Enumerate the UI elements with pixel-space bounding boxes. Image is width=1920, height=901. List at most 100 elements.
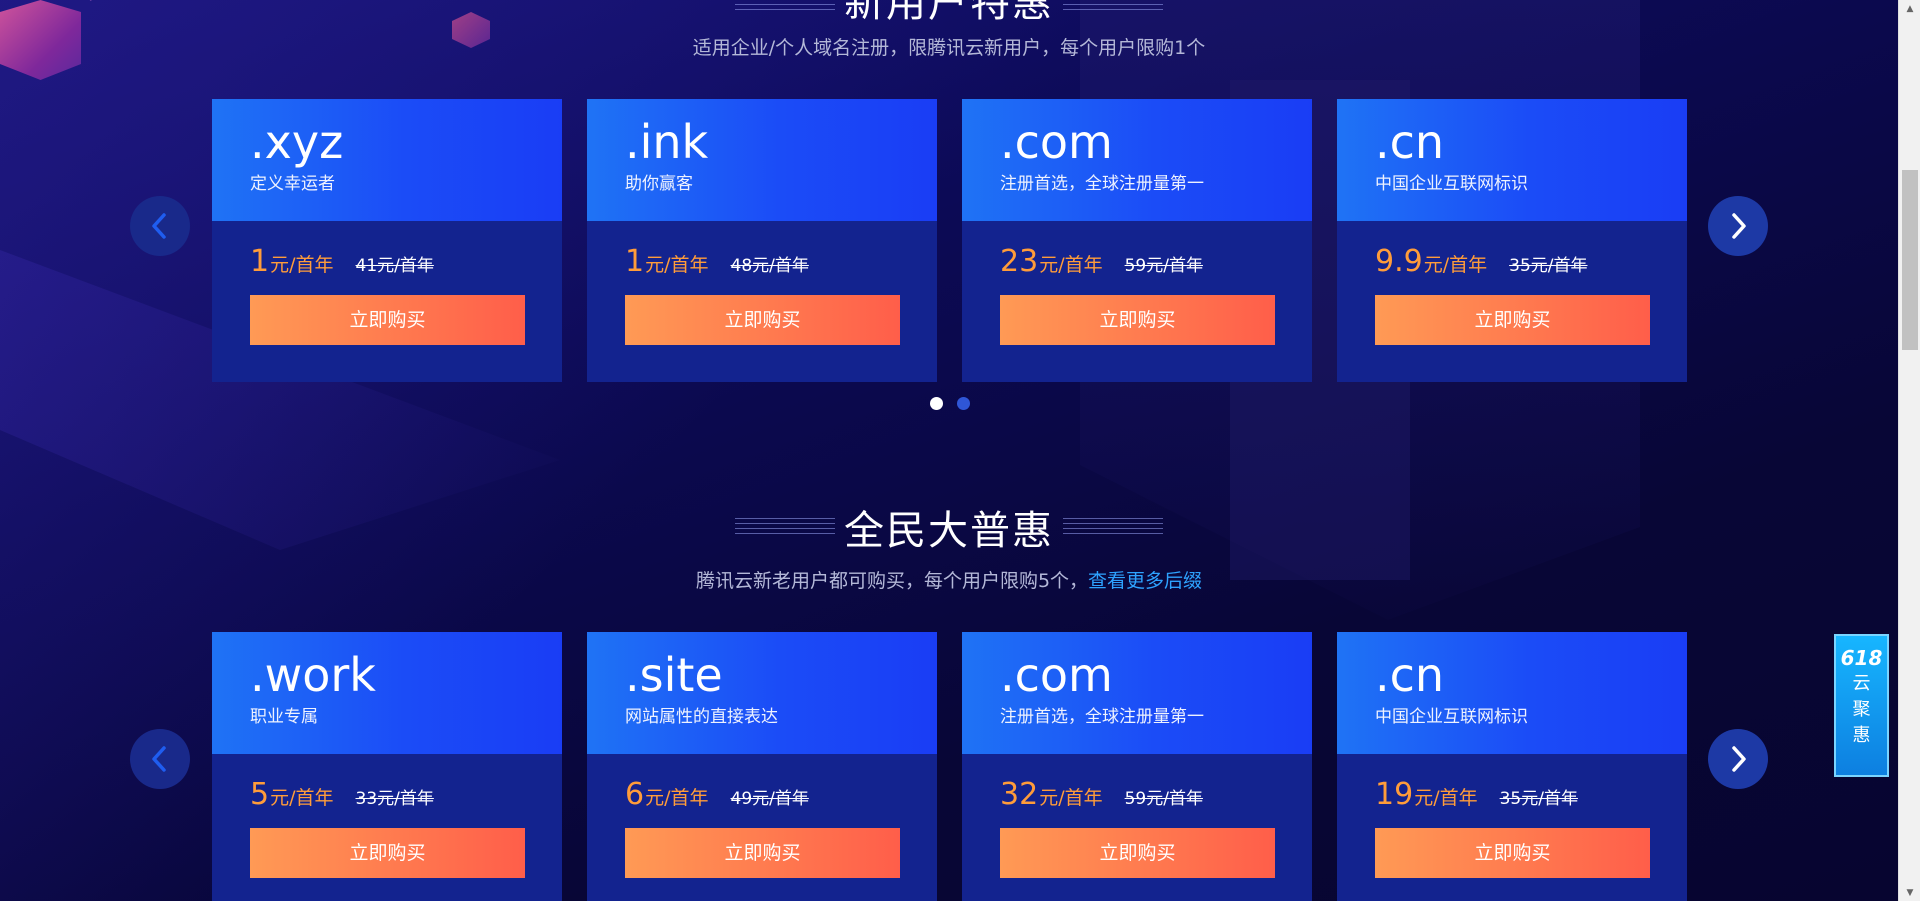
price-value: 23 bbox=[1000, 244, 1039, 279]
card-header: .site 网站属性的直接表达 bbox=[587, 632, 937, 754]
card-header: .cn 中国企业互联网标识 bbox=[1337, 632, 1687, 754]
buy-now-button[interactable]: 立即购买 bbox=[1375, 828, 1650, 878]
buy-now-button[interactable]: 立即购买 bbox=[625, 295, 900, 345]
price-line: 9.9 元/首年 35元/首年 bbox=[1375, 247, 1649, 281]
badge-text: 聚 bbox=[1852, 699, 1871, 720]
domain-desc: 中国企业互联网标识 bbox=[1375, 707, 1528, 727]
section2-card-list: .work 职业专属 5 元/首年 33元/首年 立即购买 .site 网站属性… bbox=[212, 632, 1687, 901]
price-line: 32 元/首年 59元/首年 bbox=[1000, 780, 1274, 814]
section2-subtitle: 腾讯云新老用户都可购买，每个用户限购5个，查看更多后缀 bbox=[0, 566, 1898, 593]
domain-suffix: .cn bbox=[1375, 115, 1445, 169]
price-value: 1 bbox=[250, 244, 270, 279]
card-header: .xyz 定义幸运者 bbox=[212, 99, 562, 221]
price-unit: 元/首年 bbox=[1423, 254, 1488, 276]
domain-suffix: .ink bbox=[625, 115, 709, 169]
pagination-dot-active[interactable] bbox=[930, 397, 943, 410]
domain-suffix: .xyz bbox=[250, 115, 344, 169]
price-line: 19 元/首年 35元/首年 bbox=[1375, 780, 1649, 814]
chevron-right-icon bbox=[1732, 746, 1746, 772]
vertical-scrollbar[interactable]: ▲ ▼ bbox=[1898, 0, 1920, 901]
domain-suffix: .com bbox=[1000, 648, 1113, 702]
price-line: 1 元/首年 41元/首年 bbox=[250, 247, 524, 281]
card-header: .cn 中国企业互联网标识 bbox=[1337, 99, 1687, 221]
price-unit: 元/首年 bbox=[1414, 787, 1478, 809]
more-suffixes-link[interactable]: 查看更多后缀 bbox=[1088, 570, 1202, 592]
domain-card: .com 注册首选，全球注册量第一 23 元/首年 59元/首年 立即购买 bbox=[962, 99, 1312, 382]
buy-now-button[interactable]: 立即购买 bbox=[250, 295, 525, 345]
domain-card: .cn 中国企业互联网标识 19 元/首年 35元/首年 立即购买 bbox=[1337, 632, 1687, 901]
domain-desc: 注册首选，全球注册量第一 bbox=[1000, 707, 1204, 727]
card-body: 19 元/首年 35元/首年 立即购买 bbox=[1337, 754, 1687, 878]
price-unit: 元/首年 bbox=[270, 787, 334, 809]
scroll-up-arrow-icon[interactable]: ▲ bbox=[1899, 0, 1920, 17]
original-price: 41元/首年 bbox=[355, 256, 434, 276]
domain-suffix: .site bbox=[625, 648, 723, 702]
domain-desc: 注册首选，全球注册量第一 bbox=[1000, 174, 1204, 194]
section1-title: 新用户特惠 bbox=[844, 0, 1054, 26]
price-value: 5 bbox=[250, 777, 270, 812]
carousel2-prev-button[interactable] bbox=[130, 729, 190, 789]
original-price: 35元/首年 bbox=[1499, 789, 1578, 809]
card-body: 5 元/首年 33元/首年 立即购买 bbox=[212, 754, 562, 878]
price-value: 9.9 bbox=[1375, 244, 1423, 279]
buy-now-button[interactable]: 立即购买 bbox=[625, 828, 900, 878]
domain-card: .ink 助你赢客 1 元/首年 48元/首年 立即购买 bbox=[587, 99, 937, 382]
domain-desc: 中国企业互联网标识 bbox=[1375, 174, 1528, 194]
original-price: 49元/首年 bbox=[730, 789, 809, 809]
buy-now-button[interactable]: 立即购买 bbox=[1000, 828, 1275, 878]
card-body: 32 元/首年 59元/首年 立即购买 bbox=[962, 754, 1312, 878]
price-unit: 元/首年 bbox=[1039, 787, 1103, 809]
price-value: 6 bbox=[625, 777, 645, 812]
price-line: 5 元/首年 33元/首年 bbox=[250, 780, 524, 814]
card-header: .com 注册首选，全球注册量第一 bbox=[962, 99, 1312, 221]
domain-desc: 职业专属 bbox=[250, 707, 318, 727]
pagination-dot[interactable] bbox=[957, 397, 970, 410]
domain-card: .site 网站属性的直接表达 6 元/首年 49元/首年 立即购买 bbox=[587, 632, 937, 901]
price-value: 32 bbox=[1000, 777, 1039, 812]
domain-desc: 定义幸运者 bbox=[250, 174, 335, 194]
card-header: .ink 助你赢客 bbox=[587, 99, 937, 221]
card-header: .work 职业专属 bbox=[212, 632, 562, 754]
scrollbar-thumb[interactable] bbox=[1902, 170, 1918, 350]
original-price: 35元/首年 bbox=[1509, 256, 1588, 276]
badge-text: 云 bbox=[1852, 673, 1871, 694]
domain-card: .com 注册首选，全球注册量第一 32 元/首年 59元/首年 立即购买 bbox=[962, 632, 1312, 901]
domain-suffix: .cn bbox=[1375, 648, 1445, 702]
title-decoration-right bbox=[1063, 0, 1163, 10]
price-value: 1 bbox=[625, 244, 645, 279]
original-price: 33元/首年 bbox=[355, 789, 434, 809]
chevron-right-icon bbox=[1732, 213, 1746, 239]
price-line: 6 元/首年 49元/首年 bbox=[625, 780, 899, 814]
buy-now-button[interactable]: 立即购买 bbox=[1375, 295, 1650, 345]
price-line: 23 元/首年 59元/首年 bbox=[1000, 247, 1274, 281]
original-price: 48元/首年 bbox=[730, 256, 809, 276]
title-decoration-right bbox=[1063, 518, 1163, 534]
domain-suffix: .work bbox=[250, 648, 376, 702]
carousel2-next-button[interactable] bbox=[1708, 729, 1768, 789]
price-value: 19 bbox=[1375, 777, 1414, 812]
domain-desc: 网站属性的直接表达 bbox=[625, 707, 778, 727]
card-body: 1 元/首年 48元/首年 立即购买 bbox=[587, 221, 937, 345]
price-unit: 元/首年 bbox=[645, 787, 709, 809]
carousel1-pagination bbox=[930, 397, 970, 410]
section2-subtitle-text: 腾讯云新老用户都可购买，每个用户限购5个， bbox=[695, 570, 1089, 592]
scroll-down-arrow-icon[interactable]: ▼ bbox=[1899, 884, 1920, 901]
domain-suffix: .com bbox=[1000, 115, 1113, 169]
carousel1-next-button[interactable] bbox=[1708, 196, 1768, 256]
price-unit: 元/首年 bbox=[1039, 254, 1103, 276]
section2-title: 全民大普惠 bbox=[844, 508, 1054, 554]
buy-now-button[interactable]: 立即购买 bbox=[250, 828, 525, 878]
domain-card: .work 职业专属 5 元/首年 33元/首年 立即购买 bbox=[212, 632, 562, 901]
promo-618-badge[interactable]: 618 云 聚 惠 bbox=[1834, 634, 1889, 777]
original-price: 59元/首年 bbox=[1124, 256, 1203, 276]
buy-now-button[interactable]: 立即购买 bbox=[1000, 295, 1275, 345]
section1-card-list: .xyz 定义幸运者 1 元/首年 41元/首年 立即购买 .ink 助你赢客 … bbox=[212, 99, 1687, 382]
price-line: 1 元/首年 48元/首年 bbox=[625, 247, 899, 281]
domain-card: .xyz 定义幸运者 1 元/首年 41元/首年 立即购买 bbox=[212, 99, 562, 382]
badge-number: 618 bbox=[1840, 646, 1883, 670]
section1-subtitle: 适用企业/个人域名注册，限腾讯云新用户，每个用户限购1个 bbox=[692, 37, 1206, 59]
chevron-left-icon bbox=[152, 213, 166, 239]
domain-card: .cn 中国企业互联网标识 9.9 元/首年 35元/首年 立即购买 bbox=[1337, 99, 1687, 382]
card-header: .com 注册首选，全球注册量第一 bbox=[962, 632, 1312, 754]
carousel1-prev-button[interactable] bbox=[130, 196, 190, 256]
